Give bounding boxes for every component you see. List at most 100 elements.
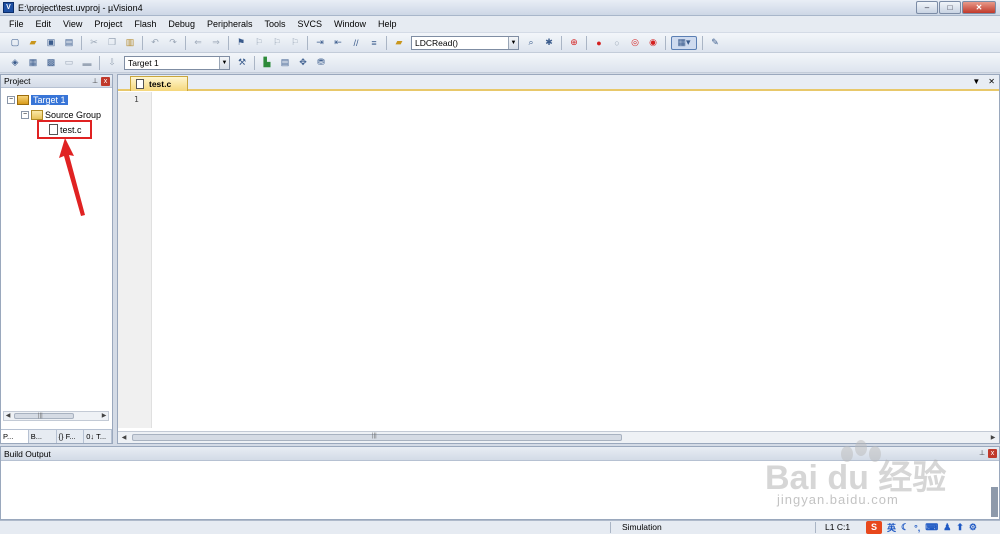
indent-icon[interactable]: ⇥ (313, 36, 327, 50)
configuration-wrench-icon[interactable]: ✎ (708, 36, 722, 50)
vertical-scrollbar-thumb[interactable] (991, 487, 998, 517)
maximize-button[interactable]: □ (939, 1, 961, 14)
status-cursor-position: L1 C:1 (825, 522, 851, 532)
punctuation-icon[interactable]: °, (914, 523, 920, 533)
menu-peripherals[interactable]: Peripherals (201, 16, 259, 32)
open-folder-icon[interactable]: ▰ (26, 36, 40, 50)
find-in-files-icon[interactable]: ▰ (392, 36, 406, 50)
status-divider (815, 522, 816, 533)
close-tab-icon[interactable]: ✕ (988, 77, 995, 86)
menu-view[interactable]: View (57, 16, 88, 32)
project-horizontal-scrollbar[interactable]: ◀ ||| ▶ (3, 411, 109, 421)
menu-file[interactable]: File (3, 16, 30, 32)
close-icon[interactable]: x (988, 449, 997, 458)
menu-project[interactable]: Project (88, 16, 128, 32)
scroll-right-icon[interactable]: ▶ (989, 434, 997, 442)
tab-functions[interactable]: {} F... (57, 430, 85, 443)
save-all-icon[interactable]: ▤ (62, 36, 76, 50)
toolbar-separator (665, 35, 666, 50)
collapse-icon[interactable]: − (7, 95, 15, 104)
kill-all-breakpoints-icon[interactable]: ◉ (646, 36, 660, 50)
nav-back-icon[interactable]: ⇐ (191, 36, 205, 50)
menu-tools[interactable]: Tools (258, 16, 291, 32)
translate-icon[interactable]: ◈ (8, 56, 22, 70)
stop-build-icon[interactable]: ▬ (80, 56, 94, 70)
tab-list-dropdown-icon[interactable]: ▼ (972, 77, 980, 86)
sogou-ime-icon[interactable]: S (866, 521, 882, 534)
nav-forward-icon[interactable]: ⇒ (209, 36, 223, 50)
batch-build-icon[interactable]: ▭ (62, 56, 76, 70)
toolbar-separator (99, 55, 100, 70)
window-layout-icon[interactable]: ▦▾ (671, 35, 697, 50)
chevron-down-icon[interactable]: ▼ (508, 36, 518, 49)
minimize-button[interactable]: – (916, 1, 938, 14)
target-options-icon[interactable]: ⚒ (235, 56, 249, 70)
scrollbar-thumb[interactable] (132, 434, 622, 441)
pack-installer-icon[interactable]: ⛃ (314, 56, 328, 70)
build-toolbar: ◈ ▦ ▩ ▭ ▬ ⇩ Target 1 ▼ ⚒ ▙ ▤ ✥ ⛃ (0, 53, 1000, 73)
breakpoint-icon[interactable]: ● (592, 36, 606, 50)
select-device-icon[interactable]: ✥ (296, 56, 310, 70)
find-icon[interactable]: ⌕ (524, 36, 538, 50)
save-icon[interactable]: ▣ (44, 36, 58, 50)
clear-bookmarks-icon[interactable]: ⚐ (288, 36, 302, 50)
chevron-down-icon[interactable]: ▼ (219, 56, 229, 69)
paste-icon[interactable]: ▥ (123, 36, 137, 50)
file-extensions-icon[interactable]: ▤ (278, 56, 292, 70)
bookmark-icon[interactable]: ⚑ (234, 36, 248, 50)
debug-session-icon[interactable]: ⊕ (567, 36, 581, 50)
function-combo[interactable]: LDCRead() ▼ (411, 35, 519, 50)
tools-icon[interactable]: ⚙ (969, 522, 977, 533)
copy-icon[interactable]: ❐ (105, 36, 119, 50)
menu-svcs[interactable]: SVCS (292, 16, 329, 32)
menu-debug[interactable]: Debug (162, 16, 201, 32)
disable-breakpoint-icon[interactable]: ○ (610, 36, 624, 50)
next-bookmark-icon[interactable]: ⚐ (270, 36, 284, 50)
scroll-left-icon[interactable]: ◀ (4, 412, 12, 420)
build-icon[interactable]: ▦ (26, 56, 40, 70)
manage-components-icon[interactable]: ▙ (260, 56, 274, 70)
download-icon[interactable]: ⇩ (105, 56, 119, 70)
rebuild-icon[interactable]: ▩ (44, 56, 58, 70)
close-icon[interactable]: x (101, 77, 110, 86)
menu-help[interactable]: Help (372, 16, 403, 32)
scrollbar-thumb[interactable] (14, 413, 74, 419)
upload-icon[interactable]: ⬆ (956, 522, 964, 533)
moon-icon[interactable]: ☾ (901, 522, 909, 533)
comment-icon[interactable]: // (349, 36, 363, 50)
scroll-right-icon[interactable]: ▶ (100, 412, 108, 420)
ime-language-toggle[interactable]: 英 (887, 521, 896, 534)
skin-icon[interactable]: ♟ (943, 522, 951, 533)
incremental-find-icon[interactable]: ✱ (542, 36, 556, 50)
menu-flash[interactable]: Flash (128, 16, 162, 32)
toolbar-separator (586, 35, 587, 50)
file-toolbar: ▢ ▰ ▣ ▤ ✂ ❐ ▥ ↶ ↷ ⇐ ⇒ ⚑ ⚐ ⚐ ⚐ ⇥ ⇤ // ≡ ▰… (0, 33, 1000, 53)
target-combo[interactable]: Target 1 ▼ (124, 55, 230, 70)
tab-project[interactable]: P... (1, 430, 29, 443)
unindent-icon[interactable]: ⇤ (331, 36, 345, 50)
new-file-icon[interactable]: ▢ (8, 36, 22, 50)
undo-icon[interactable]: ↶ (148, 36, 162, 50)
tab-test-c[interactable]: test.c (130, 76, 188, 91)
redo-icon[interactable]: ↷ (166, 36, 180, 50)
build-output-controls: ⊥ x (978, 449, 997, 458)
pin-icon[interactable]: ⊥ (91, 77, 99, 86)
disable-all-breakpoints-icon[interactable]: ◎ (628, 36, 642, 50)
project-bottom-tabs: P... B... {} F... 0↓ T... (1, 429, 112, 443)
keyboard-icon[interactable]: ⌨ (925, 522, 938, 533)
tab-templates[interactable]: 0↓ T... (84, 430, 112, 443)
tab-books[interactable]: B... (29, 430, 57, 443)
pin-icon[interactable]: ⊥ (978, 449, 986, 458)
code-area[interactable] (153, 92, 999, 428)
scrollbar-grip: ||| (372, 433, 377, 439)
function-combo-value: LDCRead() (415, 37, 458, 48)
menu-window[interactable]: Window (328, 16, 372, 32)
tree-item-target[interactable]: − Target 1 (7, 93, 68, 106)
uncomment-icon[interactable]: ≡ (367, 36, 381, 50)
collapse-icon[interactable]: − (21, 110, 29, 119)
scroll-left-icon[interactable]: ◀ (120, 434, 128, 442)
close-button[interactable]: ✕ (962, 1, 996, 14)
prev-bookmark-icon[interactable]: ⚐ (252, 36, 266, 50)
menu-edit[interactable]: Edit (30, 16, 58, 32)
cut-icon[interactable]: ✂ (87, 36, 101, 50)
